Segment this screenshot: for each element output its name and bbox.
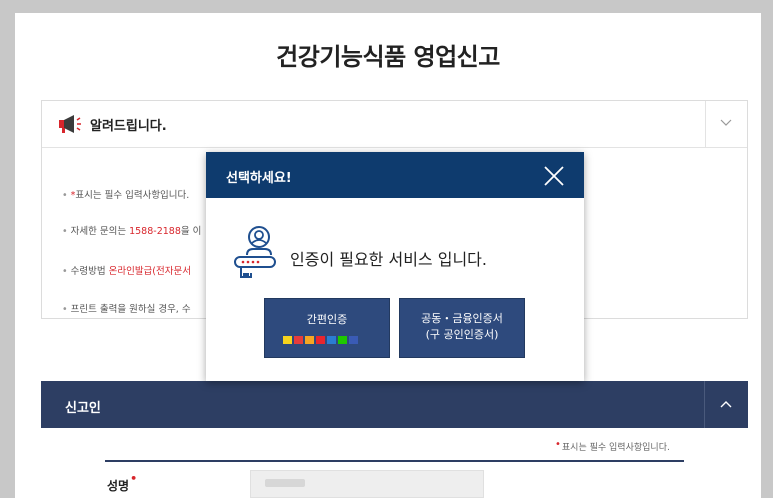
authentication-icon: [234, 226, 276, 278]
chevron-up-icon: [720, 401, 732, 408]
notice-header[interactable]: 알려드립니다.: [42, 101, 747, 148]
modal-message: 인증이 필요한 서비스 입니다.: [290, 250, 487, 269]
provider-logo-icon: [305, 336, 314, 344]
divider: [105, 460, 684, 462]
notice-line: • 프린트 출력을 원하실 경우, 수: [62, 304, 191, 315]
page-title: 건강기능식품 영업신고: [276, 43, 500, 71]
certificate-auth-button[interactable]: 공동・금융인증서 (구 공인인증서): [399, 298, 525, 358]
provider-logo-icon: [316, 336, 325, 344]
simple-auth-button[interactable]: 간편인증: [264, 298, 390, 358]
provider-logo-icon: [338, 336, 347, 344]
provider-logo-icon: [327, 336, 336, 344]
modal-header: 선택하세요!: [206, 152, 584, 198]
section-title: 신고인: [65, 401, 101, 416]
chevron-down-icon: [720, 119, 732, 126]
notice-line: • *표시는 필수 입력사항입니다.: [62, 190, 190, 201]
section-toggle-button[interactable]: [704, 381, 748, 428]
megaphone-icon: [59, 115, 81, 133]
name-field[interactable]: [250, 470, 484, 498]
simple-auth-label: 간편인증: [306, 313, 348, 326]
certificate-auth-label: 공동・금융인증서 (구 공인인증서): [421, 312, 503, 341]
name-label: 성명•: [107, 472, 138, 493]
provider-logo-icon: [283, 336, 292, 344]
notice-line: • 자세한 문의는 1588-2188을 이: [62, 226, 202, 237]
provider-logo-icon: [349, 336, 358, 344]
auth-provider-logos: [283, 336, 358, 344]
notice-toggle-button[interactable]: [705, 101, 747, 147]
applicant-section-header[interactable]: 신고인: [41, 381, 748, 428]
modal-title: 선택하세요!: [226, 171, 292, 186]
auth-select-modal: 선택하세요! 인증이 필요한 서비스 입니다. 간편인증 공동・금융인증서 (구…: [206, 152, 584, 381]
required-note: •표시는 필수 입력사항입니다.: [555, 439, 670, 453]
notice-title: 알려드립니다.: [90, 119, 167, 134]
provider-logo-icon: [294, 336, 303, 344]
close-icon[interactable]: [542, 164, 566, 188]
notice-line: • 수령방법 온라인발급(전자문서: [62, 266, 191, 277]
